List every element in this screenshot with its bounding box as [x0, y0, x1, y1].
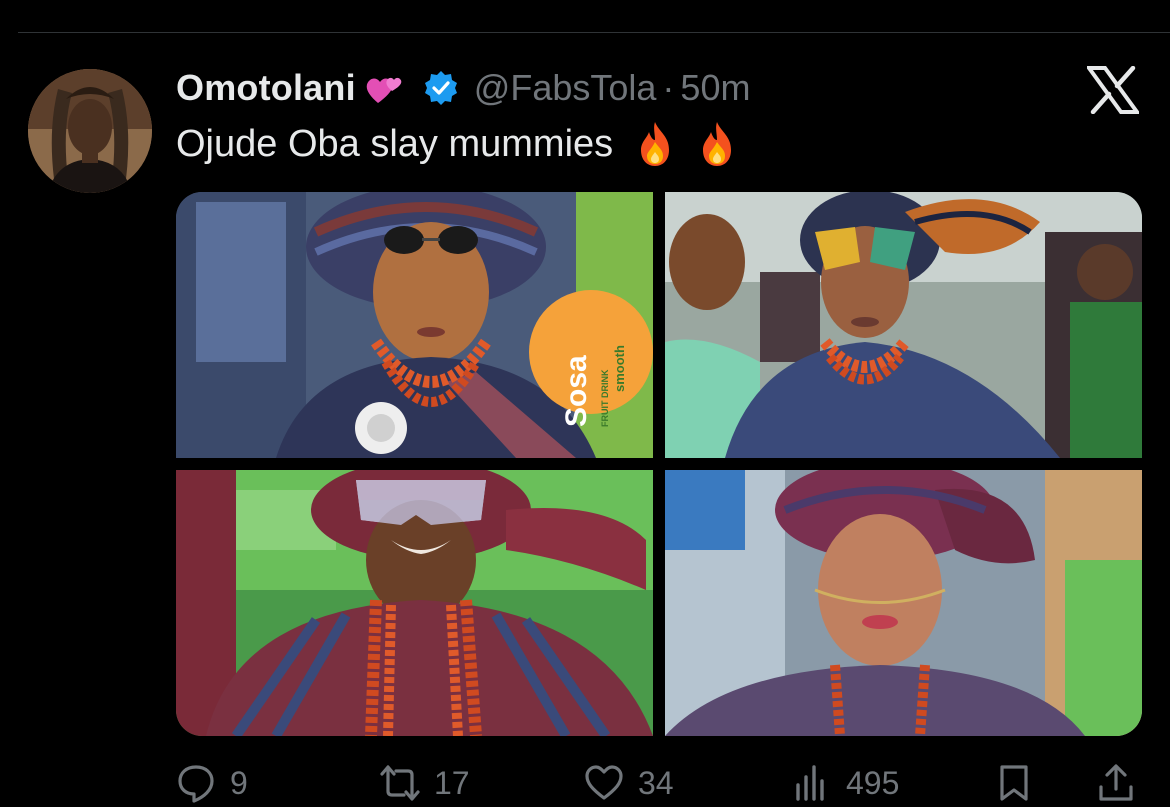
- photo-2[interactable]: [665, 192, 1142, 458]
- repost-count: 17: [434, 764, 470, 801]
- separator: ·: [662, 67, 675, 108]
- two-hearts-emoji: [362, 69, 406, 107]
- top-divider: [18, 32, 1170, 33]
- like-count: 34: [638, 764, 674, 801]
- bookmark-button[interactable]: [994, 760, 1034, 806]
- sosa-subtext: FRUIT DRINK: [600, 369, 610, 427]
- share-button[interactable]: [1096, 760, 1136, 806]
- media-grid: Sosa FRUIT DRINK smooth: [176, 192, 1142, 736]
- views-count: 495: [846, 764, 900, 801]
- display-name[interactable]: Omotolani: [176, 67, 356, 109]
- heart-icon: [584, 763, 624, 803]
- fire-emoji: [697, 120, 737, 168]
- bookmark-icon: [994, 763, 1034, 803]
- photo-1[interactable]: Sosa FRUIT DRINK smooth: [176, 192, 653, 458]
- action-bar: 9 17 34 495: [176, 760, 1142, 806]
- repost-icon: [380, 763, 420, 803]
- verified-badge-icon[interactable]: [422, 69, 460, 107]
- like-button[interactable]: 34: [584, 760, 674, 806]
- timestamp[interactable]: 50m: [680, 67, 750, 109]
- repost-button[interactable]: 17: [380, 760, 470, 806]
- x-logo-icon[interactable]: [1085, 65, 1141, 115]
- sosa-side-text: smooth: [612, 345, 627, 392]
- reply-icon: [176, 763, 216, 803]
- sosa-logo-text: Sosa: [560, 355, 593, 427]
- tweet-text: Ojude Oba slay mummies: [176, 122, 614, 165]
- photo-3[interactable]: [176, 470, 653, 736]
- user-handle[interactable]: @FabsTola: [474, 67, 657, 109]
- avatar[interactable]: [28, 69, 152, 193]
- tweet-header: Omotolani @FabsTola · 50m: [176, 66, 750, 110]
- tweet-text-container: Ojude Oba slay mummies: [176, 120, 737, 168]
- reply-button[interactable]: 9: [176, 760, 248, 806]
- share-icon: [1096, 763, 1136, 803]
- photo-4[interactable]: [665, 470, 1142, 736]
- views-button[interactable]: 495: [792, 760, 899, 806]
- views-icon: [792, 763, 832, 803]
- fire-emoji: [635, 120, 675, 168]
- reply-count: 9: [230, 764, 248, 801]
- avatar-image: [28, 69, 152, 193]
